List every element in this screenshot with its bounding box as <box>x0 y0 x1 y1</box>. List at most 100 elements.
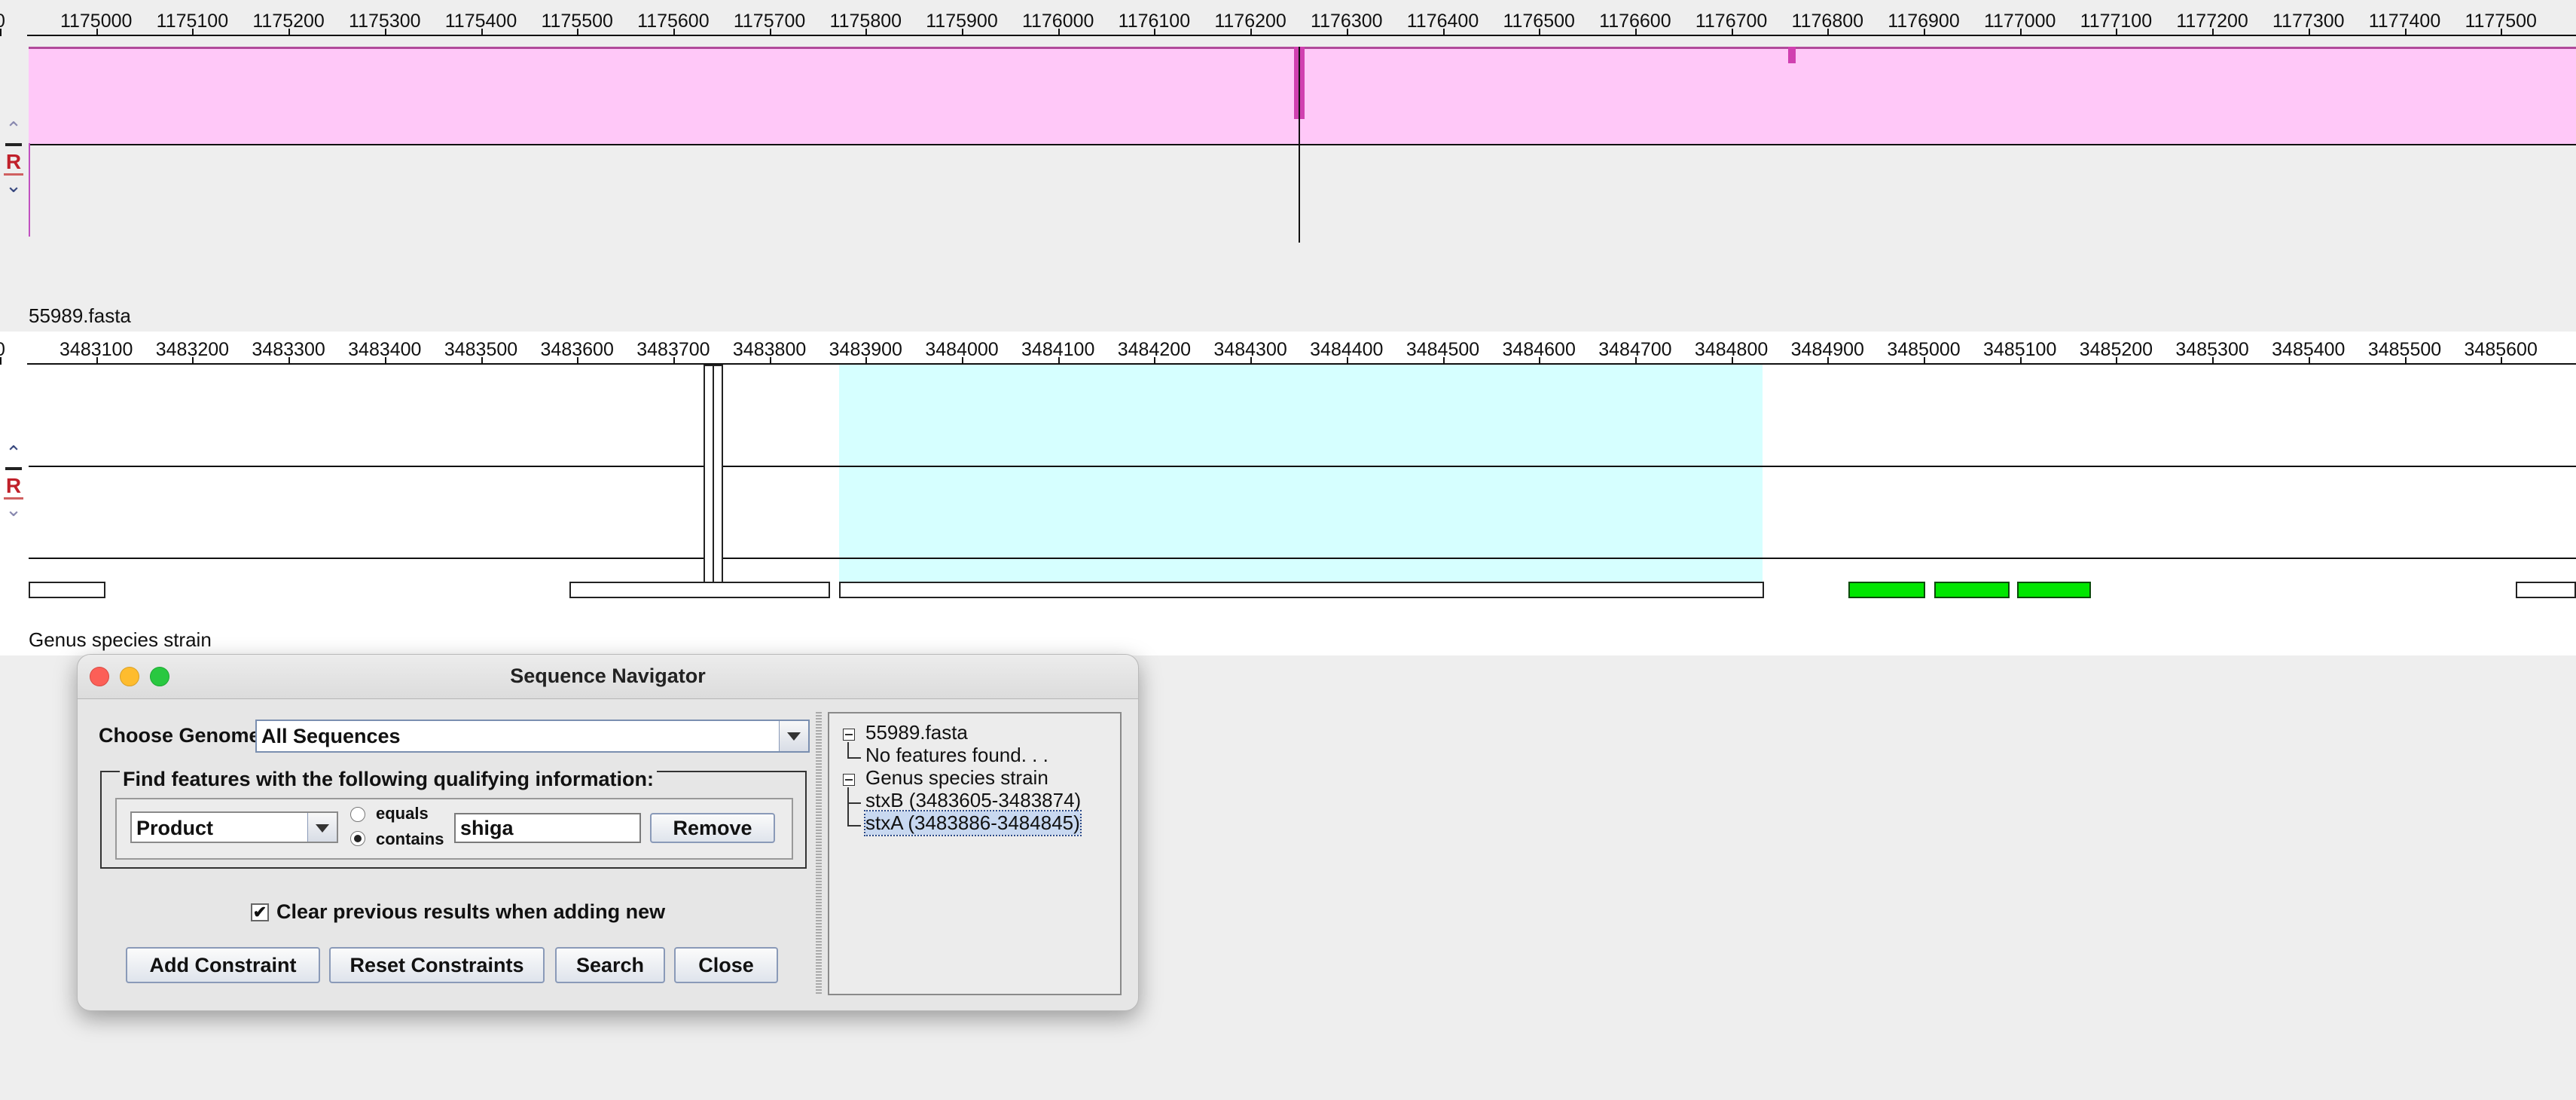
ruler-tick <box>1058 357 1060 365</box>
collapse-node-icon[interactable] <box>843 774 855 786</box>
equals-radio[interactable] <box>350 807 365 822</box>
ruler-tick <box>2404 357 2407 365</box>
split-pane-handle[interactable] <box>816 712 822 995</box>
dialog-title: Sequence Navigator <box>510 665 706 687</box>
expand-down-icon[interactable]: ⌄ <box>2 176 26 195</box>
ruler-tick <box>288 29 291 36</box>
reset-constraints-button[interactable]: Reset Constraints <box>329 947 545 983</box>
tree-node-genome[interactable]: Genus species strain <box>865 766 1048 790</box>
track-title-genus-species: Genus species strain <box>29 628 212 651</box>
ruler-tick <box>1539 357 1541 365</box>
ruler-tick <box>1924 357 1925 365</box>
ruler-tick <box>1058 29 1060 36</box>
clear-results-checkbox[interactable]: ✔ <box>251 903 269 921</box>
genome-select[interactable]: All Sequences <box>255 720 810 753</box>
clear-results-label: Clear previous results when adding new <box>276 900 666 923</box>
ruler-tick <box>0 357 2 365</box>
feature-box-stxB-marker[interactable] <box>713 365 723 597</box>
ruler-tick <box>1442 29 1445 36</box>
ruler-tick <box>1346 29 1348 36</box>
genome-view-track-2: 0348310034832003483300348340034835003483… <box>0 332 2576 655</box>
ruler-tick <box>769 29 771 36</box>
tree-leaf-message: No features found. . . <box>865 744 1048 766</box>
ruler-tick <box>1827 29 1830 36</box>
gene-feature-green[interactable] <box>1848 582 1925 598</box>
track-edge-marker <box>29 143 30 237</box>
ruler-tick <box>2501 357 2503 365</box>
ruler-tick <box>1731 357 1733 365</box>
tree-leaf-feature-selected[interactable]: stxA (3483886-3484845) <box>864 810 1082 836</box>
ruler-tick <box>2212 29 2214 36</box>
gene-feature-stxB[interactable] <box>569 582 830 598</box>
expand-up-icon[interactable]: ⌃ <box>2 443 26 463</box>
dialog-titlebar[interactable]: Sequence Navigator <box>78 655 1138 699</box>
sequence-navigator-dialog: Sequence Navigator Choose Genome: All Se… <box>77 654 1139 1011</box>
ruler-tick <box>1731 29 1733 36</box>
genome-view-track-1: 0117500011751001175200117530011754001175… <box>0 0 2576 316</box>
ruler-tick <box>577 357 579 365</box>
ruler-tick <box>1346 357 1348 365</box>
ruler-tick <box>2501 29 2503 36</box>
ruler-tick <box>1634 29 1637 36</box>
choose-genome-label: Choose Genome: <box>99 724 267 747</box>
ruler-tick <box>1250 357 1253 365</box>
selected-region-highlight <box>839 365 1763 595</box>
search-button[interactable]: Search <box>555 947 665 983</box>
ruler-tick <box>481 357 483 365</box>
track-divider-line <box>29 466 2576 467</box>
coordinate-ruler-1: 0117500011751001175200117530011754001175… <box>0 6 2576 36</box>
tree-branch-line <box>847 787 861 804</box>
ruler-tick <box>384 357 386 365</box>
collapse-icon[interactable] <box>5 143 22 146</box>
constraint-group-label: Find features with the following qualify… <box>120 768 657 791</box>
tree-leaf-feature[interactable]: stxB (3483605-3483874) <box>865 789 1081 812</box>
ruler-tick <box>769 357 771 365</box>
gene-feature-green[interactable] <box>1934 582 2010 598</box>
collapse-node-icon[interactable] <box>843 729 855 741</box>
tree-branch-line <box>847 742 861 759</box>
field-select-value: Product <box>136 817 214 839</box>
close-button[interactable]: Close <box>674 947 778 983</box>
genome-select-value: All Sequences <box>261 725 401 747</box>
ruler-tick <box>2404 29 2407 36</box>
gene-feature-stxA[interactable] <box>839 582 1764 598</box>
ruler-tick <box>1634 357 1637 365</box>
expand-up-icon[interactable]: ⌃ <box>2 119 26 139</box>
collapse-icon[interactable] <box>5 467 22 470</box>
track1-side-controls: ⌃ R ⌄ <box>2 119 26 195</box>
ruler-tick <box>1154 357 1156 365</box>
ruler-tick <box>2116 357 2118 365</box>
gene-feature[interactable] <box>29 582 105 598</box>
reverse-strand-toggle[interactable]: R <box>4 475 23 500</box>
ruler-axis-line <box>27 35 2576 36</box>
ruler-tick <box>865 29 868 36</box>
ruler-tick <box>673 29 675 36</box>
ruler-tick <box>96 29 98 36</box>
track-title-55989: 55989.fasta <box>29 304 131 327</box>
dropdown-arrow-icon[interactable] <box>779 721 808 751</box>
ruler-tick <box>96 357 98 365</box>
equals-radio-label: equals <box>376 804 429 823</box>
expand-down-icon[interactable]: ⌄ <box>2 500 26 519</box>
remove-constraint-button[interactable]: Remove <box>650 813 775 843</box>
ruler-tick <box>2308 357 2310 365</box>
gene-feature-green[interactable] <box>2017 582 2091 598</box>
ruler-tick <box>2019 29 2022 36</box>
contains-radio-label: contains <box>376 830 444 848</box>
search-value-input[interactable]: shiga <box>454 813 641 843</box>
ruler-tick <box>2212 357 2214 365</box>
ruler-tick <box>192 357 194 365</box>
dropdown-arrow-icon[interactable] <box>307 813 337 842</box>
reverse-strand-toggle[interactable]: R <box>4 151 23 176</box>
contains-radio[interactable] <box>350 831 365 846</box>
ruler-tick <box>1442 357 1445 365</box>
gene-feature[interactable] <box>2516 582 2576 598</box>
ruler-tick <box>1827 357 1830 365</box>
ruler-tick <box>1924 29 1925 36</box>
ruler-tick <box>288 357 291 365</box>
track2-side-controls: ⌃ R ⌄ <box>2 443 26 519</box>
tree-node-genome[interactable]: 55989.fasta <box>865 721 968 744</box>
field-select[interactable]: Product <box>130 811 338 843</box>
add-constraint-button[interactable]: Add Constraint <box>126 947 320 983</box>
ruler-tick <box>481 29 483 36</box>
